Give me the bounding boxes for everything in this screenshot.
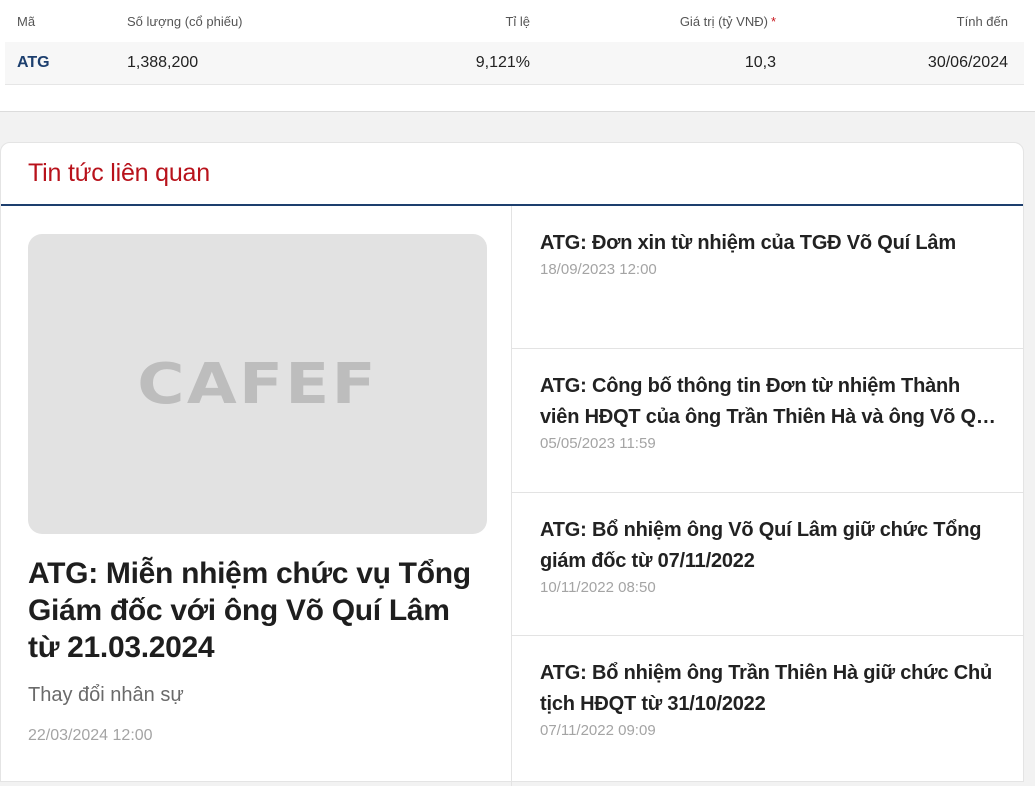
column-header-value-label: Giá trị (tỷ VNĐ)	[679, 13, 768, 29]
news-title-link[interactable]: ATG: Bổ nhiệm ông Võ Quí Lâm giữ chức Tổ…	[540, 515, 1000, 577]
asterisk-marker: *	[770, 13, 776, 29]
featured-article[interactable]: CAFEF ATG: Miễn nhiệm chức vụ Tổng Giám …	[28, 234, 487, 745]
news-date: 07/11/2022 09:09	[540, 722, 656, 739]
news-date: 05/05/2023 11:59	[540, 435, 656, 452]
news-date: 10/11/2022 08:50	[540, 579, 656, 596]
featured-title-link[interactable]: ATG: Miễn nhiệm chức vụ Tổng Giám đốc vớ…	[28, 555, 487, 666]
section-title: Tin tức liên quan	[28, 159, 210, 187]
column-header-ratio: Tỉ lệ	[505, 13, 530, 29]
column-header-as-of: Tính đến	[956, 13, 1008, 29]
stock-code-link[interactable]: ATG	[17, 42, 50, 84]
news-date: 18/09/2023 12:00	[540, 261, 657, 278]
news-list: ATG: Đơn xin từ nhiệm của TGĐ Võ Quí Lâm…	[512, 206, 1024, 776]
featured-category[interactable]: Thay đổi nhân sự	[28, 684, 487, 707]
section-header: Tin tức liên quan	[1, 143, 1023, 206]
ratio-cell: 9,121%	[475, 54, 530, 71]
table-row: ATG 1,388,200 9,121% 10,3 30/06/2024	[5, 42, 1024, 85]
list-item[interactable]: ATG: Bổ nhiệm ông Võ Quí Lâm giữ chức Tổ…	[512, 493, 1024, 636]
list-item[interactable]: ATG: Đơn xin từ nhiệm của TGĐ Võ Quí Lâm…	[512, 206, 1024, 349]
shareholding-card: Mã Số lượng (cổ phiếu) Tỉ lệ Giá trị (tỷ…	[0, 0, 1035, 112]
column-header-value: Giá trị (tỷ VNĐ) *	[680, 0, 776, 42]
table-header-row: Mã Số lượng (cổ phiếu) Tỉ lệ Giá trị (tỷ…	[5, 0, 1024, 42]
featured-date: 22/03/2024 12:00	[28, 727, 153, 744]
list-item[interactable]: ATG: Công bố thông tin Đơn từ nhiệm Thàn…	[512, 349, 1024, 493]
related-news-card: Tin tức liên quan CAFEF ATG: Miễn nhiệm …	[0, 142, 1024, 786]
quantity-cell: 1,388,200	[127, 54, 199, 71]
column-header-quantity: Số lượng (cổ phiếu)	[127, 13, 243, 29]
value-cell: 10,3	[744, 54, 776, 71]
news-title-link[interactable]: ATG: Đơn xin từ nhiệm của TGĐ Võ Quí Lâm	[540, 228, 1000, 259]
list-item[interactable]: ATG: Bổ nhiệm ông Trần Thiên Hà giữ chức…	[512, 636, 1024, 776]
news-title-link[interactable]: ATG: Bổ nhiệm ông Trần Thiên Hà giữ chức…	[540, 658, 1000, 720]
news-title-link[interactable]: ATG: Công bố thông tin Đơn từ nhiệm Thàn…	[540, 371, 1000, 433]
shareholding-table: Mã Số lượng (cổ phiếu) Tỉ lệ Giá trị (tỷ…	[5, 0, 1024, 85]
as-of-cell: 30/06/2024	[927, 54, 1008, 71]
column-header-code: Mã	[17, 13, 36, 29]
featured-thumbnail[interactable]: CAFEF	[28, 234, 487, 534]
cafef-logo: CAFEF	[137, 351, 378, 417]
